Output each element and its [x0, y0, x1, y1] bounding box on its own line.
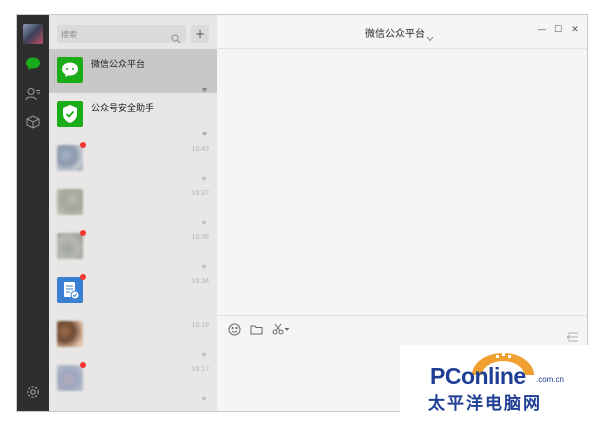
emoji-icon[interactable] — [227, 322, 241, 336]
add-label: + — [194, 27, 206, 41]
add-chat-button[interactable]: + — [191, 25, 209, 43]
mute-icon — [201, 167, 208, 181]
settings-icon[interactable] — [24, 383, 42, 401]
search-box[interactable] — [57, 25, 186, 44]
pconline-watermark: PConline .com.cn 太平洋电脑网 — [400, 345, 602, 426]
chat-item[interactable]: 16:36 — [49, 225, 217, 269]
chat-item[interactable]: 16:37 — [49, 181, 217, 225]
chat-time: 16:37 — [191, 190, 209, 197]
shield-avatar — [57, 101, 83, 127]
contact-avatar — [57, 233, 83, 259]
chat-item[interactable]: 16:18 — [49, 313, 217, 357]
favorites-icon[interactable] — [24, 113, 42, 131]
unread-badge — [80, 230, 86, 236]
chat-time: 16:18 — [191, 322, 209, 329]
chat-item-security-assistant[interactable]: 公众号安全助手 — [49, 93, 217, 138]
chat-item[interactable]: 16:34 — [49, 269, 217, 313]
document-avatar — [57, 277, 83, 303]
chat-icon[interactable] — [24, 55, 42, 73]
compose-divider — [217, 315, 587, 316]
mute-icon — [201, 343, 208, 357]
contact-avatar — [57, 145, 83, 171]
send-shortcut-icon[interactable] — [566, 327, 579, 342]
chat-time: 16:17 — [191, 366, 209, 373]
search-input[interactable] — [61, 27, 161, 41]
contact-avatar — [57, 321, 83, 347]
minimize-button[interactable]: — — [535, 23, 549, 37]
watermark-logo: PConline — [430, 363, 526, 389]
chat-time: 16:34 — [191, 278, 209, 285]
my-avatar[interactable] — [23, 24, 43, 44]
chat-time: 16:36 — [191, 234, 209, 241]
maximize-icon: ☐ — [553, 25, 563, 35]
close-icon: ✕ — [571, 25, 579, 35]
chat-name: 微信公众平台 — [91, 59, 146, 69]
maximize-button[interactable]: ☐ — [551, 23, 565, 37]
unread-badge — [80, 274, 86, 280]
mute-icon — [201, 387, 208, 401]
contact-avatar — [57, 365, 83, 391]
mute-icon — [201, 255, 208, 269]
mute-icon — [201, 211, 208, 225]
search-icon[interactable] — [171, 29, 181, 44]
search-row: + — [49, 15, 217, 49]
chat-title[interactable]: 微信公众平台 — [365, 25, 425, 40]
watermark-domain: .com.cn — [536, 375, 565, 384]
chat-header: 微信公众平台 — ☐ ✕ — [217, 15, 587, 49]
chat-list-panel: + 微信公众平台 公众号安全助手 — [49, 15, 217, 411]
folder-icon[interactable] — [249, 322, 263, 336]
scissors-icon[interactable] — [271, 322, 291, 336]
watermark-chinese: 太平洋电脑网 — [428, 394, 542, 414]
pin-icon — [201, 79, 208, 94]
pin-icon — [201, 123, 208, 138]
chat-item[interactable]: 16:43 — [49, 137, 217, 181]
unread-badge — [80, 142, 86, 148]
chat-name: 公众号安全助手 — [91, 103, 155, 113]
contacts-icon[interactable] — [24, 85, 42, 103]
chevron-down-icon[interactable] — [426, 27, 434, 42]
wechat-logo-avatar — [57, 57, 83, 83]
contact-avatar — [57, 189, 83, 215]
unread-badge — [80, 362, 86, 368]
chat-item-wechat-official[interactable]: 微信公众平台 — [49, 49, 217, 94]
chat-time: 16:43 — [191, 146, 209, 153]
screenshot-frame: + 微信公众平台 公众号安全助手 — [0, 0, 602, 426]
close-button[interactable]: ✕ — [568, 23, 582, 37]
navigation-rail — [17, 15, 49, 411]
chat-item[interactable]: 16:17 — [49, 357, 217, 401]
minimize-icon: — — [537, 25, 547, 35]
